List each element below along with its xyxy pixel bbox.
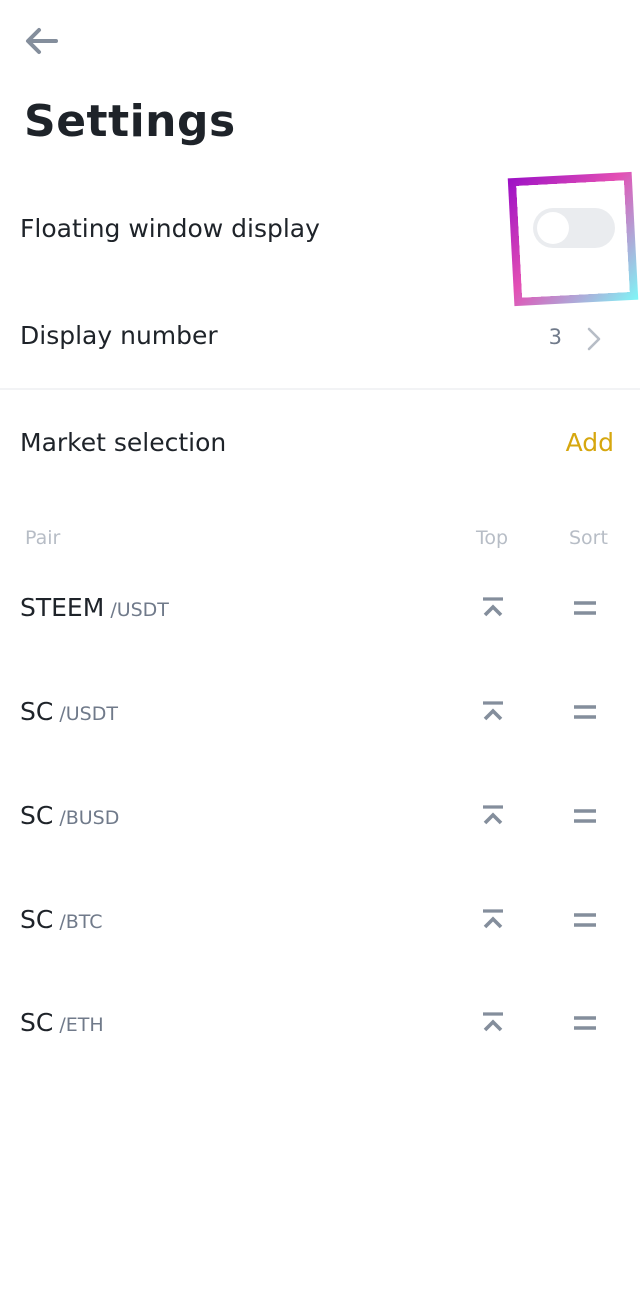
pair-base: STEEM [20, 593, 105, 622]
pair-row: SC/USDT [0, 687, 640, 747]
column-header-top: Top [476, 527, 509, 549]
pin-to-top-icon[interactable] [478, 699, 508, 725]
pair-label: STEEM/USDT [20, 593, 169, 622]
floating-window-toggle[interactable] [533, 208, 615, 248]
toggle-knob [537, 212, 569, 244]
pin-to-top-icon[interactable] [478, 803, 508, 829]
column-header-sort: Sort [569, 527, 608, 549]
section-divider [0, 388, 640, 390]
market-selection-label: Market selection [20, 428, 227, 457]
pair-base: SC [20, 905, 54, 934]
display-number-value: 3 [548, 325, 562, 349]
pair-row: STEEM/USDT [0, 583, 640, 643]
page-title: Settings [24, 96, 236, 147]
pair-base: SC [20, 801, 54, 830]
display-number-row[interactable]: Display number 3 [0, 305, 640, 369]
pair-quote: /BTC [59, 911, 103, 933]
pair-label: SC/BTC [20, 905, 103, 934]
pair-label: SC/BUSD [20, 801, 119, 830]
pair-base: SC [20, 697, 54, 726]
back-button[interactable] [22, 24, 60, 58]
pair-row: SC/BUSD [0, 791, 640, 851]
pin-to-top-icon[interactable] [478, 907, 508, 933]
floating-window-label: Floating window display [20, 214, 320, 243]
pair-row: SC/BTC [0, 895, 640, 955]
display-number-label: Display number [20, 321, 218, 350]
drag-handle-icon[interactable] [571, 805, 599, 827]
drag-handle-icon[interactable] [571, 597, 599, 619]
pair-quote: /ETH [59, 1014, 104, 1036]
pin-to-top-icon[interactable] [478, 595, 508, 621]
pair-base: SC [20, 1008, 54, 1037]
column-header-pair: Pair [25, 527, 61, 549]
add-market-button[interactable]: Add [566, 428, 614, 457]
pair-quote: /USDT [59, 703, 118, 725]
market-selection-row: Market selection Add [0, 412, 640, 476]
pair-quote: /BUSD [59, 807, 120, 829]
pair-row: SC/ETH [0, 998, 640, 1058]
chevron-right-icon [587, 327, 601, 351]
drag-handle-icon[interactable] [571, 909, 599, 931]
pin-to-top-icon[interactable] [478, 1010, 508, 1036]
pair-quote: /USDT [110, 599, 169, 621]
pair-label: SC/USDT [20, 697, 118, 726]
pair-label: SC/ETH [20, 1008, 104, 1037]
arrow-left-icon [26, 28, 58, 54]
drag-handle-icon[interactable] [571, 701, 599, 723]
drag-handle-icon[interactable] [571, 1012, 599, 1034]
